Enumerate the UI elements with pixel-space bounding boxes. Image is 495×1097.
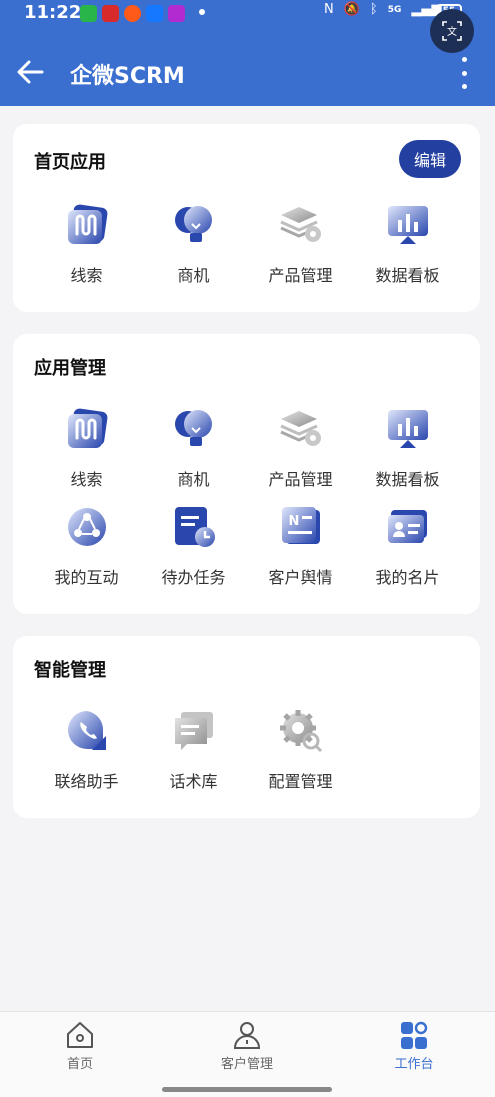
app-tile-business-card[interactable]: 我的名片	[354, 504, 461, 588]
svg-text:N: N	[288, 514, 299, 529]
tile-label: 产品管理	[268, 470, 333, 489]
tile-label: 数据看板	[375, 266, 440, 285]
person-icon	[233, 1022, 261, 1049]
home-apps-card: 首页应用 编辑 线索 商机 产品管理 数据看板	[13, 124, 480, 312]
tab-label: 首页	[66, 1057, 93, 1072]
bank-icon	[168, 5, 185, 22]
tile-label: 联络助手	[54, 772, 119, 791]
tile-label: 话术库	[169, 772, 218, 791]
app-tile-interaction[interactable]: 我的互动	[33, 504, 140, 588]
tile-label: 商机	[177, 470, 210, 489]
opportunity-icon	[174, 410, 212, 446]
more-options-button[interactable]	[452, 57, 476, 89]
tab-workbench[interactable]: 工作台	[354, 1020, 474, 1072]
translate-button[interactable]: 文	[430, 9, 474, 53]
tab-label: 客户管理	[220, 1057, 273, 1072]
home-indicator[interactable]	[162, 1087, 332, 1092]
status-time: 11:22	[24, 2, 82, 23]
back-arrow-icon	[17, 60, 44, 84]
edit-button[interactable]: 编辑	[399, 140, 461, 178]
tile-label: 数据看板	[375, 470, 440, 489]
app-tile-leads[interactable]: 线索	[33, 202, 140, 286]
app-tile-product[interactable]: 产品管理	[247, 406, 354, 490]
status-bar: 11:22 N 🔕 ᛒ 5G ▂▄▆ 55	[0, 0, 495, 26]
dashboard-icon	[387, 410, 428, 448]
app-tile-contact-assistant[interactable]: 联络助手	[33, 708, 140, 792]
app-management-title: 应用管理	[34, 358, 106, 379]
app-tile-opportunity[interactable]: 商机	[140, 406, 247, 490]
tile-label: 配置管理	[268, 772, 333, 791]
smart-management-card: 智能管理 联络助手 话术库 配置管理	[13, 636, 480, 818]
opportunity-icon	[174, 206, 212, 242]
tile-label: 我的互动	[54, 568, 119, 587]
phone-icon	[67, 711, 106, 750]
more-dot	[461, 57, 467, 62]
status-indicators: N 🔕 ᛒ 5G ▂▄▆	[324, 2, 441, 17]
leads-icon	[67, 204, 107, 244]
app-management-card: 应用管理 线索 商机 产品管理 数据看板 我的互动 待办任务 N 客户舆情 我的…	[13, 334, 480, 614]
tile-label: 待办任务	[161, 568, 226, 587]
news-icon: N	[281, 507, 320, 544]
app-red-icon	[102, 5, 119, 22]
leads-icon	[67, 408, 107, 448]
bottom-tab-bar: 首页 客户管理 工作台	[0, 1011, 495, 1097]
home-icon	[67, 1022, 93, 1048]
app-tile-dashboard[interactable]: 数据看板	[354, 406, 461, 490]
app-tile-leads[interactable]: 线索	[33, 406, 140, 490]
app-tile-news[interactable]: N 客户舆情	[247, 504, 354, 588]
script-library-icon	[174, 712, 213, 750]
translate-icon: 文	[442, 21, 462, 41]
more-dot	[461, 70, 467, 76]
home-apps-title: 首页应用	[34, 152, 106, 173]
alipay-icon	[146, 5, 163, 22]
tile-label: 线索	[70, 470, 103, 489]
product-icon	[279, 207, 321, 242]
smart-management-title: 智能管理	[34, 660, 106, 681]
dashboard-icon	[387, 206, 428, 244]
tile-label: 商机	[177, 266, 210, 285]
tile-label: 产品管理	[268, 266, 333, 285]
settings-icon	[279, 710, 322, 753]
notification-icons	[80, 5, 185, 22]
workbench-icon	[401, 1021, 428, 1049]
mute-icon: 🔕	[343, 2, 360, 17]
app-tile-todo[interactable]: 待办任务	[140, 504, 247, 588]
tile-label: 客户舆情	[268, 568, 333, 587]
network-type: 5G	[387, 4, 402, 15]
notification-dot	[199, 9, 205, 15]
product-icon	[279, 411, 321, 446]
app-tile-dashboard[interactable]: 数据看板	[354, 202, 461, 286]
app-tile-script-library[interactable]: 话术库	[140, 708, 247, 792]
interaction-icon	[67, 508, 106, 546]
tile-label: 线索	[70, 266, 103, 285]
app-header: 11:22 N 🔕 ᛒ 5G ▂▄▆ 55 文 企微SCRM	[0, 0, 495, 106]
wechat-icon	[80, 5, 97, 22]
page-title: 企微SCRM	[70, 64, 185, 89]
svg-text:文: 文	[447, 25, 457, 38]
back-button[interactable]	[16, 58, 46, 86]
taobao-icon	[124, 5, 141, 22]
tab-label: 工作台	[394, 1057, 434, 1072]
more-dot	[461, 84, 467, 89]
app-tile-config[interactable]: 配置管理	[247, 708, 354, 792]
app-tile-opportunity[interactable]: 商机	[140, 202, 247, 286]
bluetooth-icon: ᛒ	[369, 2, 378, 17]
business-card-icon	[387, 510, 427, 543]
todo-icon	[174, 507, 215, 547]
nfc-icon: N	[324, 2, 334, 17]
tile-label: 我的名片	[375, 568, 440, 587]
tab-customer-management[interactable]: 客户管理	[187, 1020, 307, 1072]
app-tile-product[interactable]: 产品管理	[247, 202, 354, 286]
tab-home[interactable]: 首页	[20, 1020, 140, 1072]
